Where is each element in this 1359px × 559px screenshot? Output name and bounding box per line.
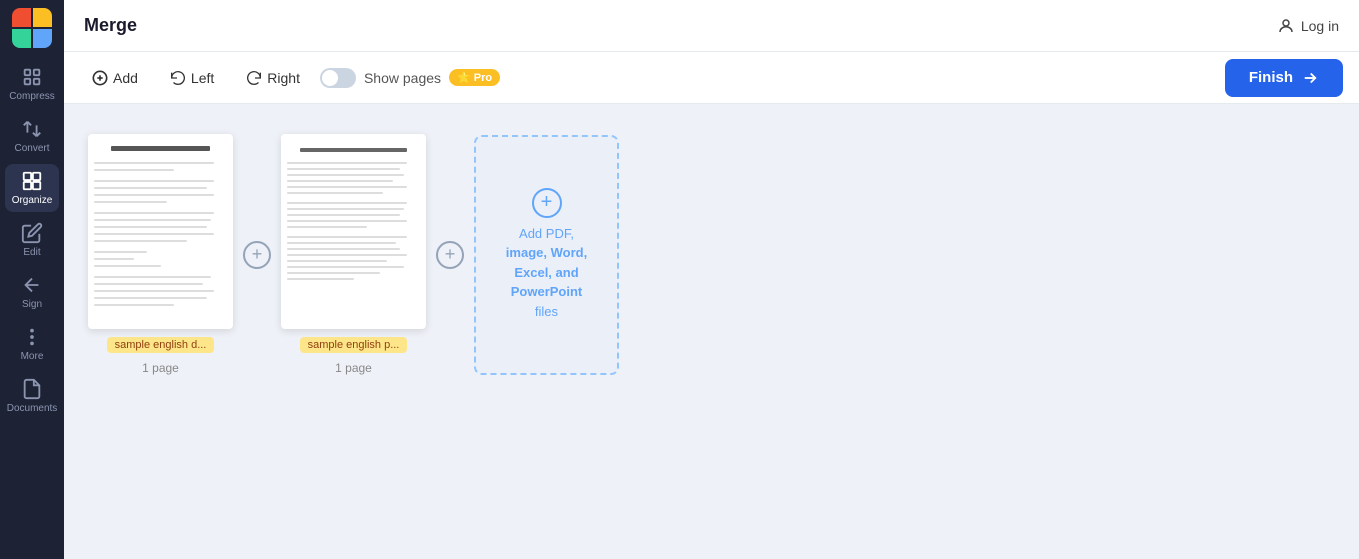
sidebar-item-organize[interactable]: Organize xyxy=(5,164,59,212)
rotate-left-icon xyxy=(170,70,186,86)
doc2-label: sample english p... xyxy=(300,337,408,353)
show-pages-toggle[interactable] xyxy=(320,68,356,88)
edit-icon xyxy=(21,222,43,244)
documents-row: sample english d... 1 page + xyxy=(88,134,619,375)
drop-zone-plus-icon: + xyxy=(532,188,562,218)
finish-button[interactable]: Finish xyxy=(1225,59,1343,97)
sidebar-sign-label: Sign xyxy=(22,299,42,310)
plus-circle-2: + xyxy=(436,241,464,269)
toolbar: Add Left Right Show pages ⭐ Pro F xyxy=(64,52,1359,104)
sidebar-item-edit[interactable]: Edit xyxy=(5,216,59,264)
sidebar-item-documents[interactable]: Documents xyxy=(5,372,59,420)
compress-icon xyxy=(21,66,43,88)
sidebar-item-sign[interactable]: Sign xyxy=(5,268,59,316)
top-header: Merge Log in xyxy=(64,0,1359,52)
more-icon xyxy=(21,326,43,348)
app-logo xyxy=(12,8,52,48)
sidebar-documents-label: Documents xyxy=(7,403,58,414)
right-label: Right xyxy=(267,70,300,86)
page-title: Merge xyxy=(84,15,1265,36)
add-between-1-2[interactable]: + xyxy=(233,157,281,352)
main-area: Merge Log in Add xyxy=(64,0,1359,559)
left-label: Left xyxy=(191,70,214,86)
doc1-thumbnail[interactable] xyxy=(88,134,233,329)
convert-icon xyxy=(21,118,43,140)
sidebar: Compress Convert Organize Edit Sign xyxy=(0,0,64,559)
documents-icon xyxy=(21,378,43,400)
add-between-2-drop[interactable]: + xyxy=(426,157,474,352)
doc2-pages: 1 page xyxy=(335,361,372,375)
sidebar-compress-label: Compress xyxy=(9,91,55,102)
plus-icon xyxy=(92,70,108,86)
login-label: Log in xyxy=(1301,18,1339,34)
finish-label: Finish xyxy=(1249,69,1293,86)
sidebar-convert-label: Convert xyxy=(14,143,49,154)
sidebar-item-compress[interactable]: Compress xyxy=(5,60,59,108)
document-item-1: sample english d... 1 page xyxy=(88,134,233,375)
user-icon xyxy=(1277,17,1295,35)
drop-zone[interactable]: + Add PDF, image, Word, Excel, and Power… xyxy=(474,135,619,375)
pro-badge: ⭐ Pro xyxy=(449,69,500,86)
header-actions: Log in xyxy=(1277,17,1339,35)
left-button[interactable]: Left xyxy=(158,64,226,92)
drop-zone-text: Add PDF, image, Word, Excel, and PowerPo… xyxy=(506,224,587,322)
sign-icon xyxy=(21,274,43,296)
rotate-right-icon xyxy=(246,70,262,86)
sidebar-edit-label: Edit xyxy=(23,247,40,258)
show-pages-toggle-wrapper: Show pages ⭐ Pro xyxy=(320,68,500,88)
sidebar-organize-label: Organize xyxy=(12,195,53,206)
doc1-pages: 1 page xyxy=(142,361,179,375)
organize-icon xyxy=(21,170,43,192)
sidebar-more-label: More xyxy=(21,351,44,362)
show-pages-label: Show pages xyxy=(364,70,441,86)
doc2-thumbnail[interactable] xyxy=(281,134,426,329)
sidebar-item-more[interactable]: More xyxy=(5,320,59,368)
arrow-right-icon xyxy=(1301,69,1319,87)
login-button[interactable]: Log in xyxy=(1277,17,1339,35)
plus-circle-1: + xyxy=(243,241,271,269)
sidebar-item-convert[interactable]: Convert xyxy=(5,112,59,160)
document-item-2: sample english p... 1 page xyxy=(281,134,426,375)
content-area: sample english d... 1 page + xyxy=(64,104,1359,559)
right-button[interactable]: Right xyxy=(234,64,312,92)
add-label: Add xyxy=(113,70,138,86)
add-button[interactable]: Add xyxy=(80,64,150,92)
doc1-label: sample english d... xyxy=(107,337,215,353)
